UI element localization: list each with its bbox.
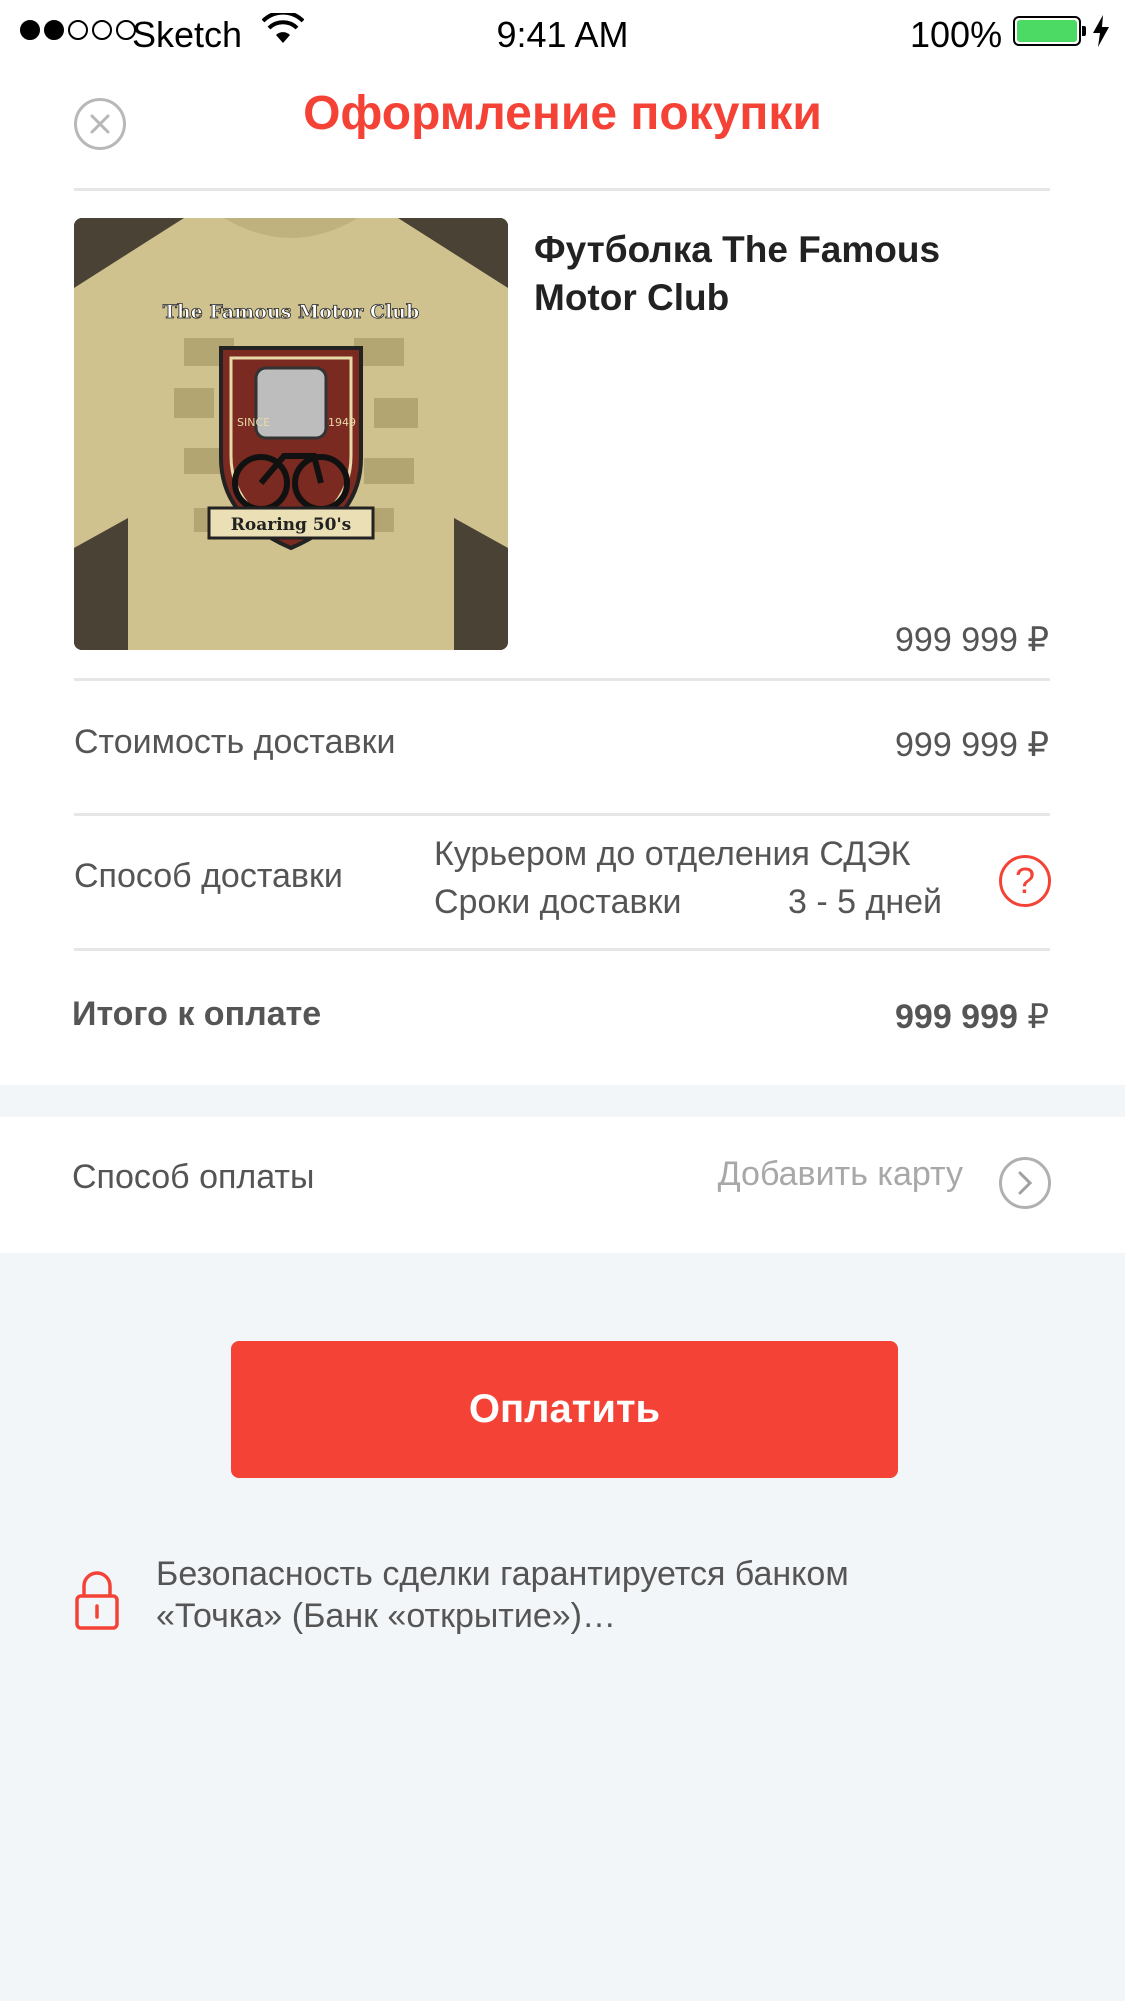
shirt-print-title: The Famous Motor Club [163,301,420,323]
lock-icon [74,1570,120,1637]
payment-method-chevron-button[interactable] [999,1157,1051,1209]
delivery-terms-label: Сроки доставки [434,883,682,921]
divider [74,813,1050,816]
shirt-print-since: SINCE [237,416,270,429]
total-label: Итого к оплате [72,995,322,1033]
security-note: Безопасность сделки гарантируется банком… [156,1555,849,1635]
delivery-cost-value: 999 999 ₽ [895,726,1049,764]
charging-icon [1092,14,1110,56]
status-bar: Sketch 9:41 AM 100% [0,0,1125,66]
divider [74,188,1050,191]
delivery-method-value: Курьером до отделения СДЭК [434,835,911,873]
shirt-print-banner: Roaring 50's [231,515,352,535]
product-name: Футболка The Famous Motor Club [534,229,941,318]
battery-icon [1013,16,1086,46]
product-price: 999 999 ₽ [895,621,1049,659]
delivery-terms-value: 3 - 5 дней [788,883,942,921]
page-title: Оформление покупки [303,87,822,140]
payment-method-label: Способ оплаты [72,1158,315,1196]
add-card-link[interactable]: Добавить карту [718,1155,963,1194]
delivery-method-label: Способ доставки [74,857,343,895]
divider [74,678,1050,681]
delivery-help-button[interactable]: ? [999,855,1051,907]
total-value: 999 999 ₽ [895,997,1049,1037]
chevron-right-icon [1018,1171,1033,1195]
product-image: Roaring 50's The Famous Motor Club SINCE… [74,218,508,650]
delivery-cost-label: Стоимость доставки [74,723,396,761]
total-amount: 999 999 [895,998,1018,1036]
pay-button[interactable]: Оплатить [231,1341,898,1478]
question-icon: ? [1014,860,1036,901]
battery-percentage: 100% [910,14,1003,55]
divider [74,948,1050,951]
shirt-print-year: 1949 [328,416,356,429]
total-currency: ₽ [1027,998,1049,1036]
